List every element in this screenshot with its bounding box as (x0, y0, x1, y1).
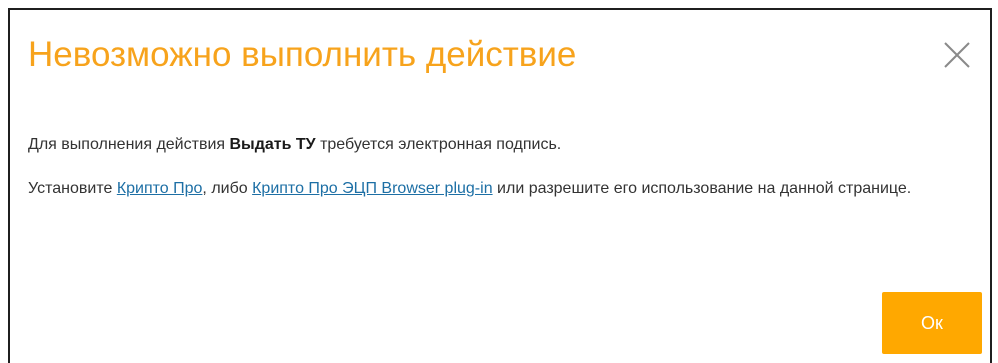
dialog-title: Невозможно выполнить действие (28, 35, 577, 74)
error-dialog: Невозможно выполнить действие Для выполн… (8, 8, 992, 363)
cryptopro-plugin-link[interactable]: Крипто Про ЭЦП Browser plug-in (252, 180, 493, 197)
message-signature-required: Для выполнения действия Выдать ТУ требуе… (28, 130, 928, 160)
message-text: требуется электронная подпись. (315, 136, 562, 153)
action-name: Выдать ТУ (229, 136, 316, 153)
message-text: или разрешите его использование на данно… (492, 180, 912, 197)
dialog-message: Для выполнения действия Выдать ТУ требуе… (28, 130, 928, 218)
ok-button[interactable]: Ок (882, 292, 982, 354)
message-text: Установите (28, 180, 117, 197)
close-button[interactable] (942, 40, 972, 70)
message-text: Для выполнения действия (28, 136, 230, 153)
message-text: , либо (202, 180, 253, 197)
close-icon (944, 42, 970, 68)
cryptopro-link[interactable]: Крипто Про (117, 180, 203, 197)
message-install-instructions: Установите Крипто Про, либо Крипто Про Э… (28, 174, 928, 204)
